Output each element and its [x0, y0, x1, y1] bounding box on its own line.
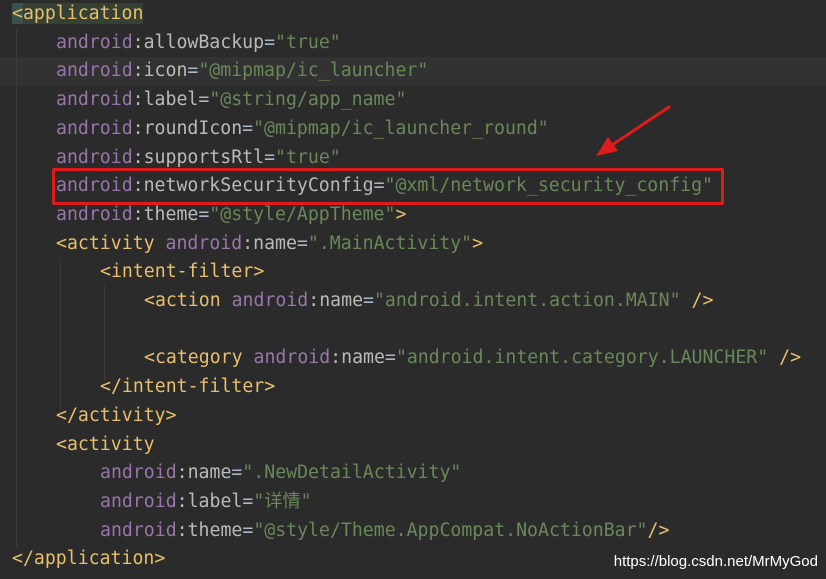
watermark: https://blog.csdn.net/MrMyGod	[613, 553, 818, 570]
annotation-arrow-icon	[596, 105, 671, 156]
